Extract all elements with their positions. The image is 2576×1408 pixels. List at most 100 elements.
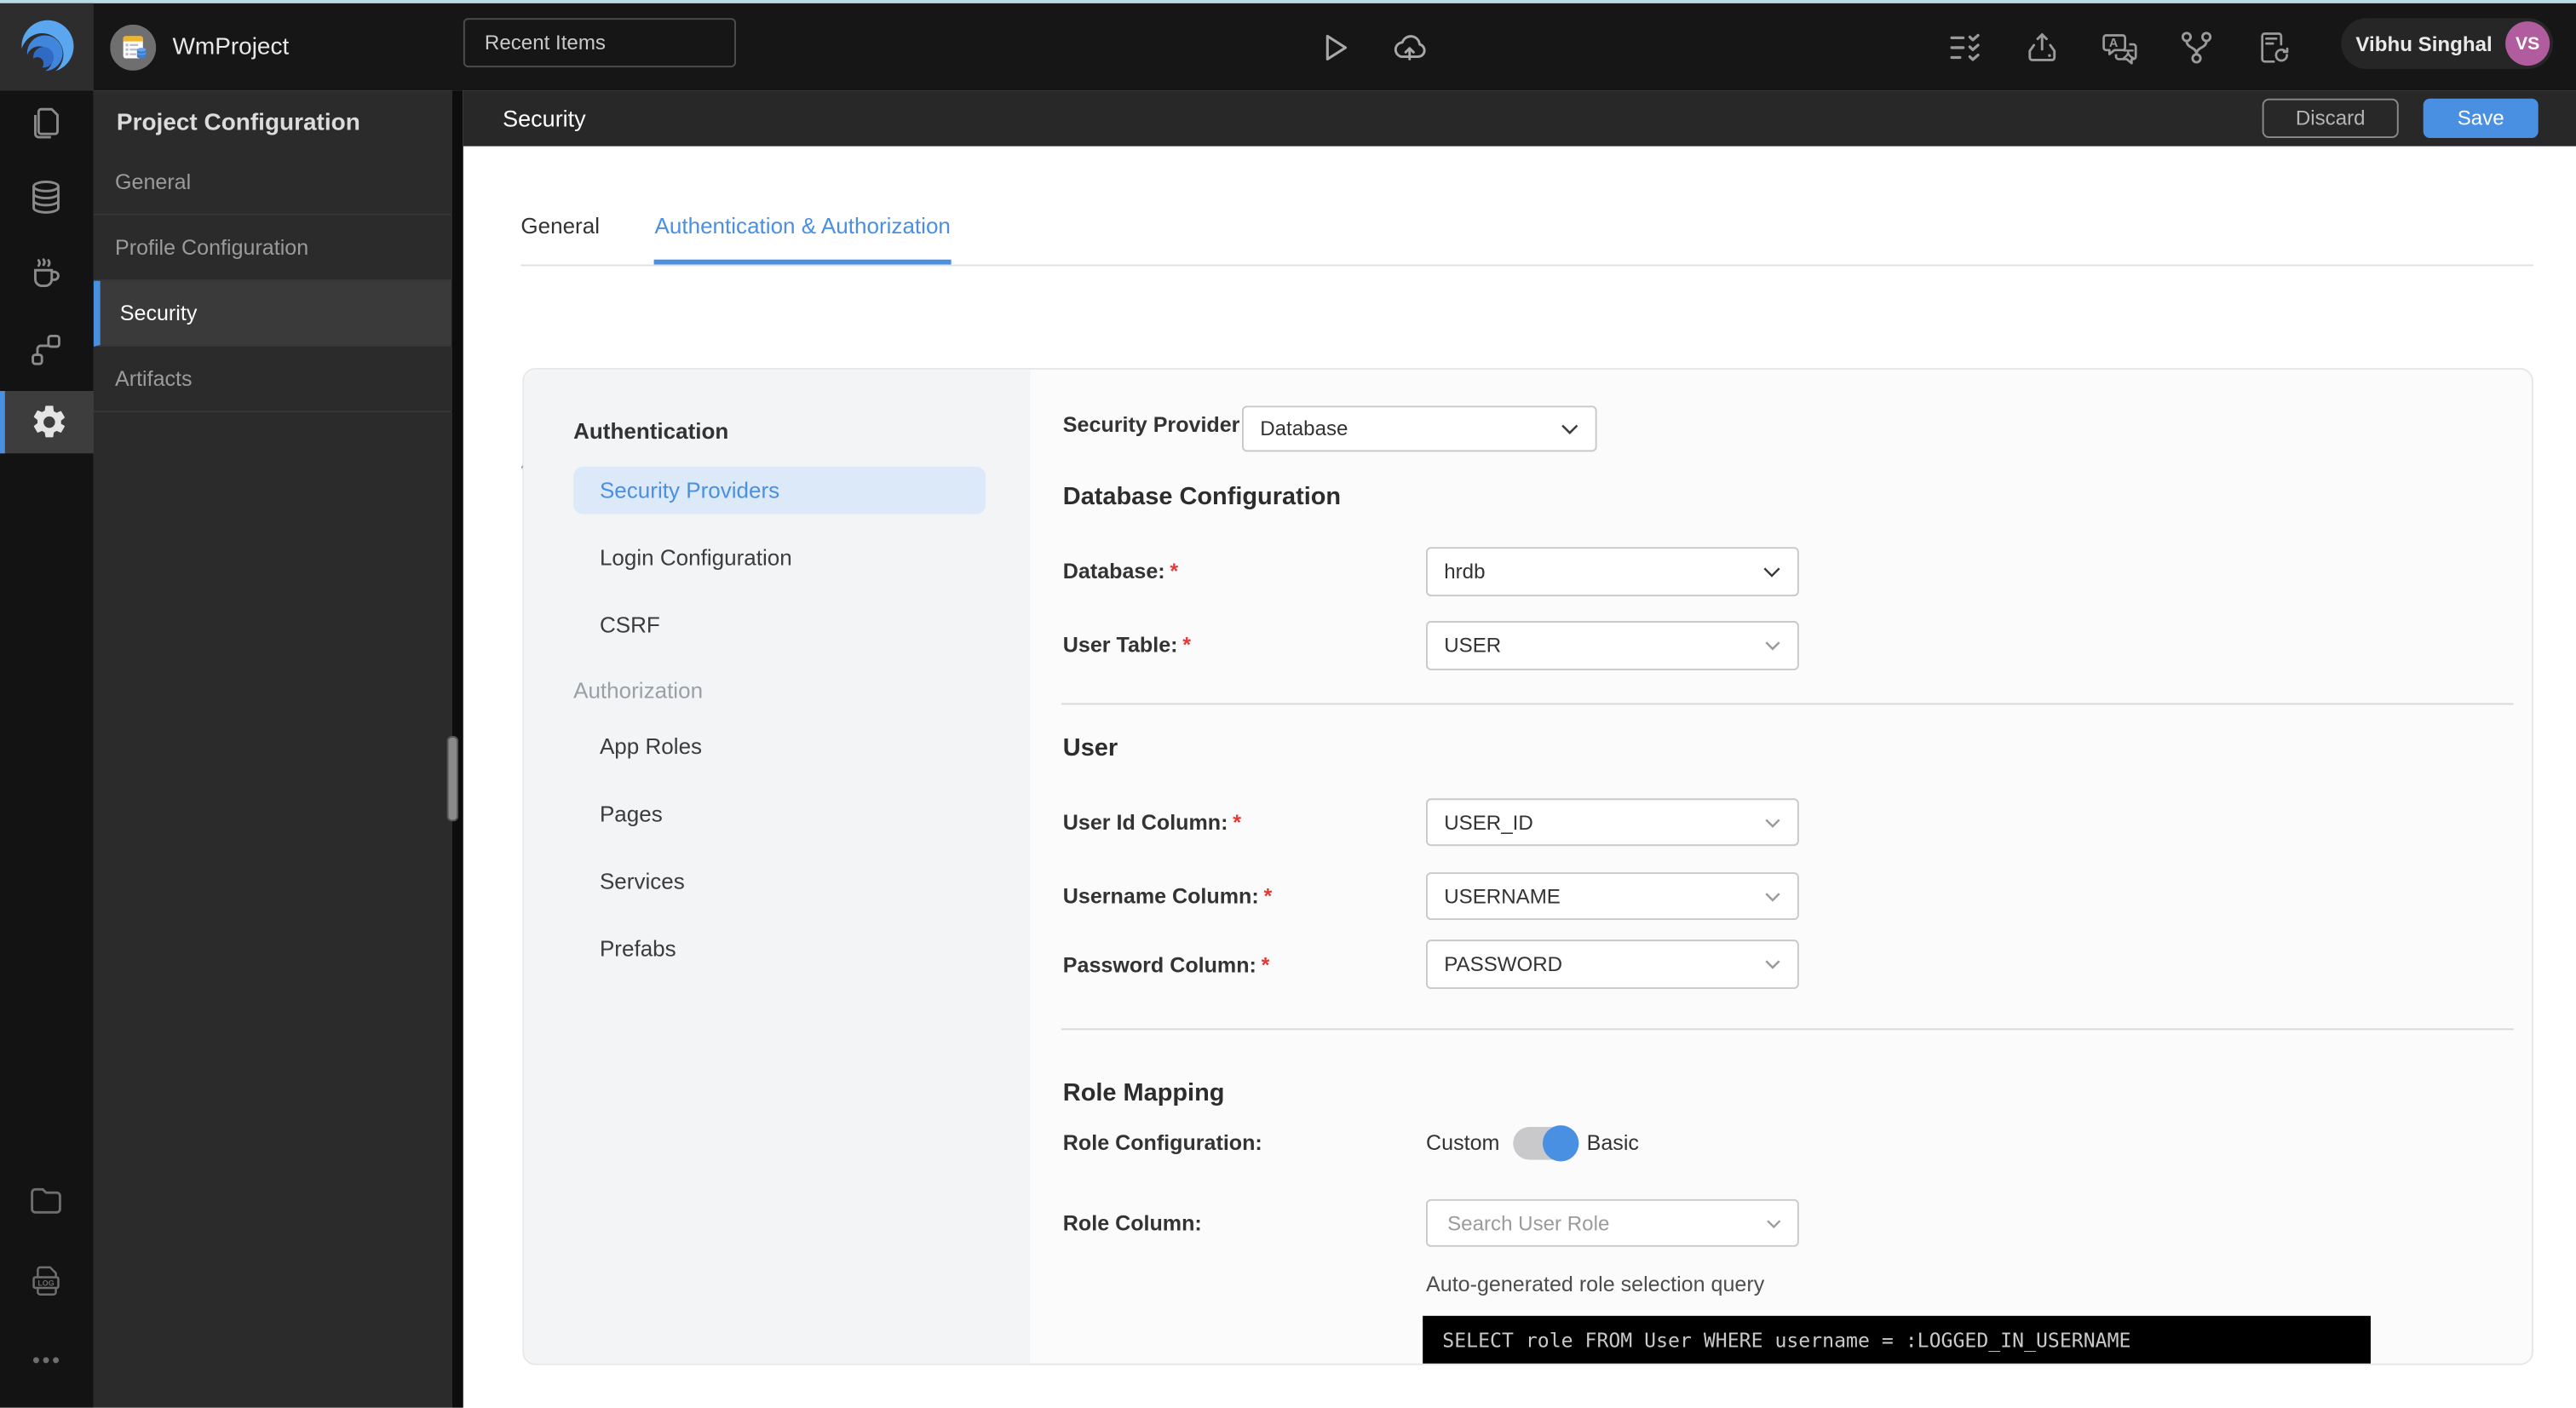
export-icon[interactable] bbox=[2022, 27, 2061, 66]
chevron-down-icon bbox=[1765, 960, 1780, 969]
page-title: Security bbox=[503, 105, 586, 132]
save-button[interactable]: Save bbox=[2423, 98, 2539, 139]
chevron-down-icon bbox=[1766, 1219, 1780, 1228]
database-configuration-heading: Database Configuration bbox=[1062, 483, 1342, 511]
required-asterisk: * bbox=[1233, 809, 1241, 835]
toggle-knob bbox=[1542, 1124, 1578, 1161]
chevron-down-icon bbox=[1561, 423, 1578, 434]
username-column-select[interactable]: USERNAME bbox=[1426, 872, 1799, 921]
user-id-column-value: USER_ID bbox=[1444, 810, 1533, 834]
nav-item-csrf[interactable]: CSRF bbox=[573, 601, 986, 649]
left-icon-sidebar: LOG bbox=[0, 90, 94, 1408]
user-table-value: USER bbox=[1444, 634, 1502, 658]
branch-icon[interactable] bbox=[2176, 27, 2216, 66]
config-item-profile-configuration[interactable]: Profile Configuration bbox=[93, 216, 452, 281]
topbar-right-actions: A bbox=[1945, 3, 2293, 90]
nav-item-app-roles[interactable]: App Roles bbox=[573, 723, 986, 771]
user-id-column-label: User Id Column: * bbox=[1062, 809, 1241, 835]
nav-item-login-configuration[interactable]: Login Configuration bbox=[573, 534, 986, 582]
panel-resize-gutter bbox=[446, 90, 463, 1408]
sidebar-item-settings[interactable] bbox=[0, 391, 94, 454]
task-list-icon[interactable] bbox=[1945, 27, 1984, 66]
pages-icon[interactable] bbox=[26, 104, 66, 143]
security-content: General Authentication & Authorization A… bbox=[463, 147, 2576, 1408]
role-selection-query: SELECT role FROM User WHERE username = :… bbox=[1423, 1315, 2371, 1364]
chevron-down-icon bbox=[1765, 892, 1780, 901]
required-asterisk: * bbox=[1182, 632, 1192, 658]
run-icon[interactable] bbox=[1314, 27, 1354, 66]
panel-title: Project Configuration bbox=[116, 110, 360, 137]
user-id-column-select[interactable]: USER_ID bbox=[1426, 798, 1799, 847]
query-caption: Auto-generated role selection query bbox=[1426, 1271, 1765, 1296]
settings-icon bbox=[33, 405, 65, 438]
config-item-artifacts[interactable]: Artifacts bbox=[93, 347, 452, 413]
username-column-value: USERNAME bbox=[1444, 884, 1561, 908]
role-column-input[interactable] bbox=[1444, 1210, 1766, 1237]
database-icon[interactable] bbox=[26, 177, 66, 216]
connectors-icon[interactable] bbox=[26, 330, 66, 370]
database-value: hrdb bbox=[1444, 560, 1486, 583]
files-icon[interactable] bbox=[26, 1181, 66, 1221]
password-column-select[interactable]: PASSWORD bbox=[1426, 940, 1799, 990]
role-column-combobox[interactable] bbox=[1426, 1198, 1799, 1247]
security-nav: Authentication Security Providers Login … bbox=[524, 369, 1031, 1364]
chevron-down-icon bbox=[1765, 818, 1780, 827]
svg-text:A: A bbox=[2109, 36, 2119, 49]
project-avatar-icon bbox=[110, 23, 157, 70]
logs-icon[interactable]: LOG bbox=[26, 1261, 66, 1301]
chevron-down-icon bbox=[1765, 641, 1780, 651]
nav-section-authorization: Authorization bbox=[573, 678, 704, 704]
database-select[interactable]: hrdb bbox=[1426, 547, 1799, 597]
toggle-custom-label: Custom bbox=[1426, 1129, 1500, 1155]
config-item-general[interactable]: General bbox=[93, 150, 452, 216]
password-column-label: Password Column: * bbox=[1062, 952, 1270, 978]
project-switcher[interactable]: WmProject bbox=[110, 3, 289, 90]
user-avatar: VS bbox=[2505, 21, 2550, 66]
deploy-cloud-icon[interactable] bbox=[1390, 27, 1429, 66]
topbar-center-actions bbox=[1314, 3, 1429, 90]
tab-general[interactable]: General bbox=[520, 214, 600, 260]
wave-logo-icon bbox=[20, 19, 73, 75]
chevron-down-icon bbox=[1763, 566, 1780, 577]
security-provider-value: Database bbox=[1260, 417, 1348, 440]
svg-text:LOG: LOG bbox=[37, 1279, 54, 1287]
device-refresh-icon[interactable] bbox=[2254, 27, 2293, 66]
nav-item-pages[interactable]: Pages bbox=[573, 790, 986, 838]
topbar: WmProject Recent Items A Vibhu Singhal V… bbox=[0, 3, 2576, 91]
java-services-icon[interactable] bbox=[26, 253, 66, 292]
tab-bar: General Authentication & Authorization bbox=[520, 212, 2533, 267]
user-table-select[interactable]: USER bbox=[1426, 621, 1799, 670]
role-mapping-heading: Role Mapping bbox=[1062, 1079, 1225, 1107]
recent-items-label: Recent Items bbox=[484, 31, 606, 55]
tab-authentication-authorization[interactable]: Authentication & Authorization bbox=[654, 214, 951, 265]
recent-items-dropdown[interactable]: Recent Items bbox=[463, 18, 737, 68]
nav-item-services[interactable]: Services bbox=[573, 858, 986, 905]
database-label: Database: * bbox=[1062, 558, 1179, 583]
role-configuration-toggle[interactable] bbox=[1512, 1124, 1578, 1161]
user-table-label: User Table: * bbox=[1062, 632, 1192, 658]
required-asterisk: * bbox=[1263, 883, 1273, 909]
toggle-basic-label: Basic bbox=[1586, 1129, 1639, 1155]
nav-item-security-providers[interactable]: Security Providers bbox=[573, 466, 986, 514]
user-name: Vibhu Singhal bbox=[2355, 32, 2493, 55]
translate-icon[interactable]: A bbox=[2100, 27, 2139, 66]
security-provider-select[interactable]: Database bbox=[1242, 405, 1597, 452]
wavemaker-logo[interactable] bbox=[0, 3, 94, 91]
role-configuration-label: Role Configuration: bbox=[1062, 1129, 1262, 1155]
project-name: WmProject bbox=[172, 33, 290, 60]
required-asterisk: * bbox=[1261, 952, 1270, 978]
panel-resize-handle[interactable] bbox=[446, 736, 459, 822]
user-heading: User bbox=[1062, 734, 1118, 762]
more-icon[interactable] bbox=[26, 1341, 66, 1380]
security-provider-label: Security Provider bbox=[1062, 412, 1240, 438]
discard-button[interactable]: Discard bbox=[2262, 98, 2399, 139]
nav-section-authentication: Authentication bbox=[573, 418, 729, 444]
project-configuration-panel: Project Configuration General Profile Co… bbox=[93, 90, 452, 1408]
role-column-label: Role Column: bbox=[1062, 1210, 1202, 1236]
page-header: Security Discard Save bbox=[463, 90, 2576, 147]
config-item-security[interactable]: Security bbox=[93, 280, 452, 347]
nav-item-prefabs[interactable]: Prefabs bbox=[573, 925, 986, 973]
security-settings-card: Authentication Security Providers Login … bbox=[522, 368, 2533, 1365]
user-menu[interactable]: Vibhu Singhal VS bbox=[2341, 18, 2554, 70]
section-divider bbox=[1061, 703, 2514, 705]
